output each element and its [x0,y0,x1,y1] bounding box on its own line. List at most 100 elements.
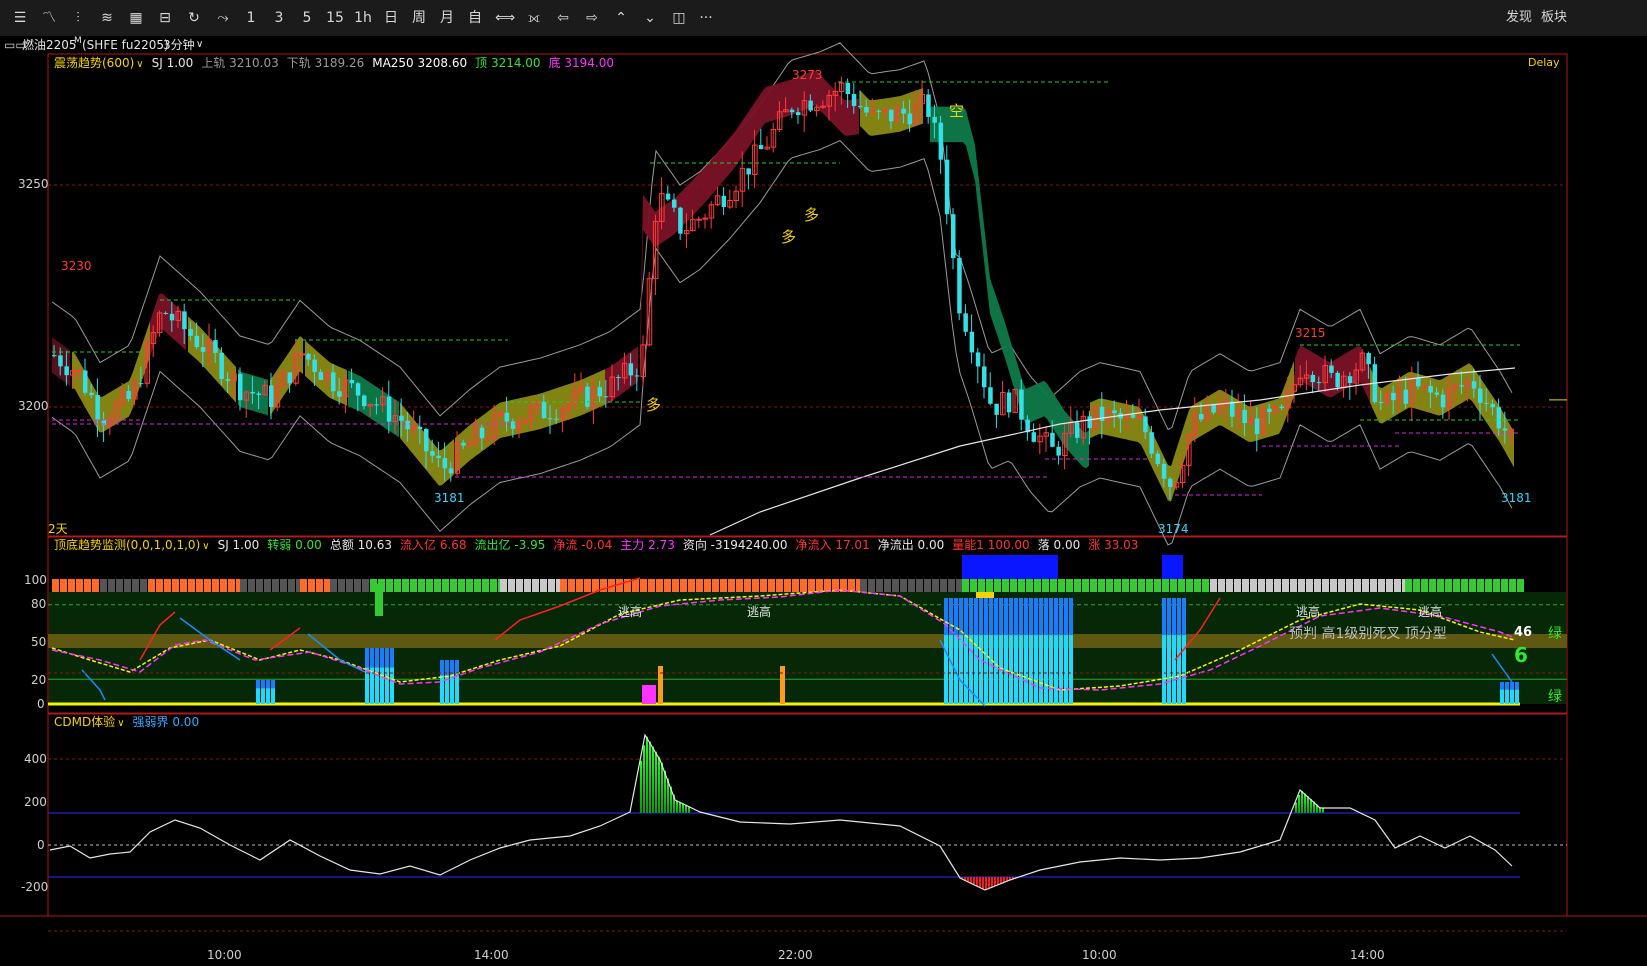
status-cell [1002,579,1009,592]
candle-body [76,369,82,372]
candle-body [1335,372,1340,388]
p3-y-neg200: -200 [21,880,49,894]
status-cell [248,579,255,592]
days-label: 2天 [48,522,68,536]
escape-high-3: 逃高 [1296,605,1321,619]
status-cell [196,579,203,592]
candle-body [1155,453,1161,464]
candle-body [634,375,640,377]
weak-bar [976,877,978,886]
strong-bar [661,762,663,813]
status-cell [1042,579,1049,592]
status-cell [84,579,91,592]
status-cell [240,579,247,592]
status-cell [672,579,679,592]
flow-bar [1029,635,1033,704]
status-cell [1282,579,1289,592]
candle-body [1366,353,1371,365]
candle-body [901,108,906,114]
candle-body [1112,410,1117,414]
status-cell [264,579,271,592]
panel1-legend-item: 顶 3214.00 [475,56,541,70]
status-cell [1018,579,1025,592]
panel2-legend-item: 流入亿 6.68 [400,538,467,552]
candle-body [1075,422,1080,438]
status-cell [100,579,107,592]
candle-body [1050,432,1055,447]
chevron-down-icon[interactable]: ∨ [117,718,124,729]
signal-long-2: 多 [781,228,797,246]
status-cell [1405,579,1412,592]
status-cell [1082,579,1089,592]
status-cell [1485,579,1492,592]
status-cell [1306,579,1313,592]
candle-body [1006,392,1012,413]
candle-body [1087,416,1092,429]
candle-body [585,386,590,407]
candle-body [554,418,559,420]
panel1-legend-item[interactable]: 震荡趋势(600) [54,56,134,70]
status-cell [204,579,211,592]
status-cell [1330,579,1337,592]
trend-ribbon [1370,363,1514,468]
candle-body [758,145,764,150]
panel3-legend-item[interactable]: CDMD体验 [54,715,115,729]
flow-bar [1177,635,1181,704]
flow-bar [1172,635,1176,704]
status-cell [1362,579,1369,592]
candle-body [312,359,317,372]
candle-body [696,218,702,221]
panel2-legend-item[interactable]: 顶底趋势监测(0,0,1,0,1,0) [54,538,200,552]
status-cell [180,579,187,592]
status-cell [164,579,171,592]
candle-body [1316,382,1322,384]
forecast-caption: 预判 高1级别死叉 顶分型 [1289,626,1447,642]
candle-body [83,370,88,393]
status-cell [1170,579,1177,592]
chevron-down-icon[interactable]: ∨ [202,541,209,552]
flow-bar [944,635,948,704]
signal-bar [658,666,663,704]
panel1-border [47,53,1568,537]
status-cell [632,579,639,592]
strong-bar [643,745,645,813]
weak-bar [973,877,975,885]
status-cell [324,579,331,592]
status-cell [76,579,83,592]
flow-bar [1505,689,1509,704]
panel2-legend-item: 净流入 17.01 [795,538,870,552]
status-cell [664,579,671,592]
candle-body [1440,394,1446,408]
candle-body [250,392,255,394]
status-cell [978,579,985,592]
flow-bar [1167,635,1171,704]
trend-ribbon [1165,360,1294,502]
candle-body [225,379,231,381]
p3-y-400: 400 [24,752,47,766]
candle-body [95,395,100,420]
flow-bar [455,675,459,704]
status-cell [970,579,977,592]
weak-bar [967,877,969,882]
candle-body [1403,389,1409,404]
status-cell [482,579,489,592]
status-cell [212,579,219,592]
candle-body [318,371,324,380]
candle-body [1391,392,1396,401]
chevron-down-icon[interactable]: ∨ [136,59,143,70]
panel1-legend-item: MA250 3208.60 [372,56,468,70]
candle-body [64,366,69,376]
flow-bar [1034,635,1038,704]
candle-body [1279,406,1285,409]
flow-bar [1069,635,1073,704]
status-cell [1074,579,1081,592]
status-cell [1274,579,1281,592]
candle-body [851,94,857,107]
status-cell [1122,579,1129,592]
escape-high-2: 逃高 [747,605,772,619]
candle-body [1421,385,1428,388]
status-cell [1106,579,1113,592]
status-cell [362,579,369,592]
panel1-legend-item: 上轨 3210.03 [201,56,279,70]
status-cell [148,579,155,592]
